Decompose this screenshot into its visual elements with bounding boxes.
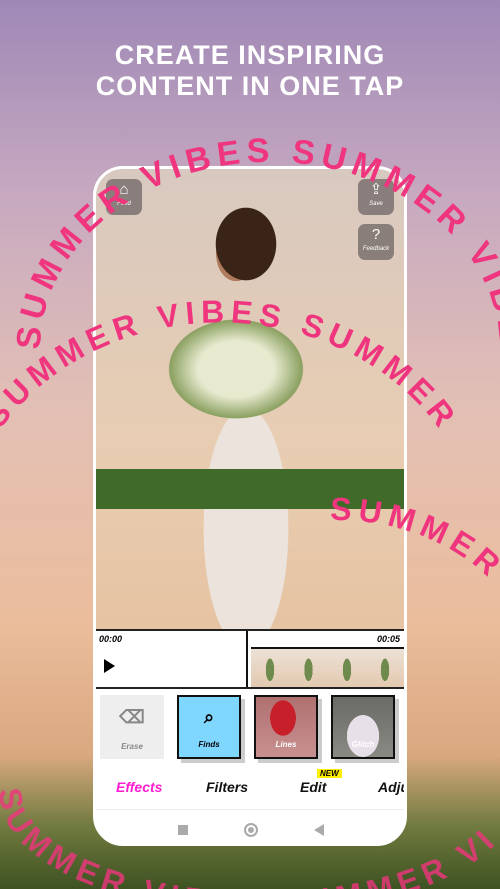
overlay-ring-2: SUMMER VIBES SUMMER VIBES SUMMER VIBES bbox=[0, 0, 460, 438]
svg-text:SUMMER VIBES SUMMER VIBES SUMM: SUMMER VIBES SUMMER VIBES SUMMER VIBES bbox=[0, 0, 466, 438]
summer-vibes-overlay: SUMMER VIBES SUMMER VIBES SUMMER VIBES S… bbox=[0, 0, 500, 889]
